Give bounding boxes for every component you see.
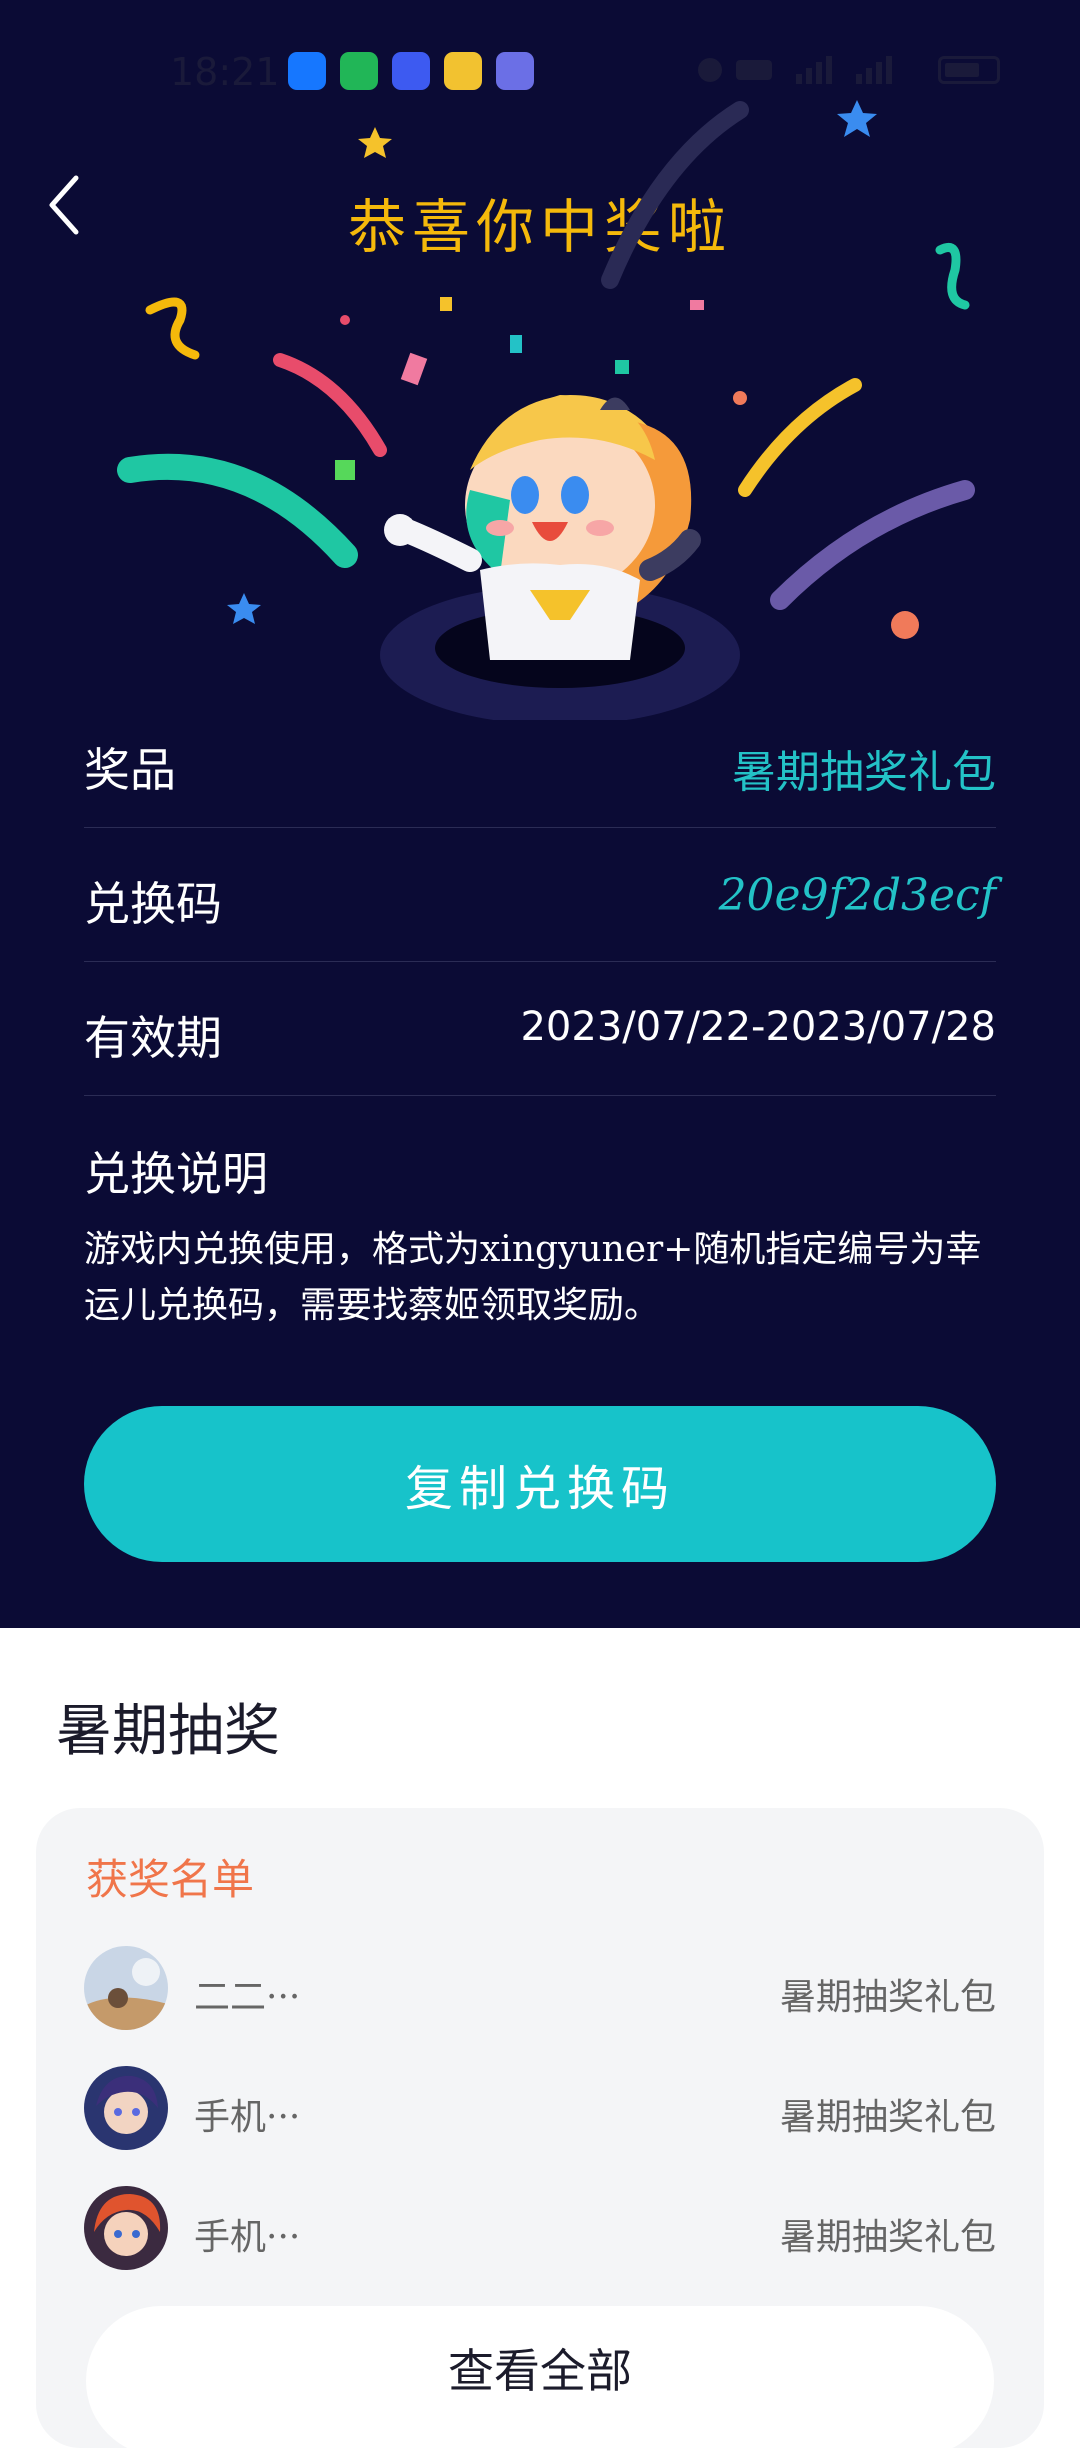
avatar — [84, 1946, 168, 2030]
code-label: 兑换码 — [84, 877, 222, 931]
validity-label: 有效期 — [84, 1011, 222, 1065]
video-icon — [340, 52, 378, 90]
winner-prize: 暑期抽奖礼包 — [779, 1977, 996, 2018]
validity-row: 有效期 2023/07/22-2023/07/28 — [84, 962, 996, 1096]
list-item[interactable]: 手机··· 暑期抽奖礼包 — [84, 2066, 996, 2158]
winner-name: 手机··· — [194, 2097, 301, 2138]
instructions-text: 游戏内兑换使用，格式为xingyuner+随机指定编号为幸运儿兑换码，需要找蔡姬… — [84, 1229, 982, 1326]
prize-value: 暑期抽奖礼包 — [732, 747, 996, 798]
game-icon — [496, 52, 534, 90]
prize-row: 奖品 暑期抽奖礼包 — [84, 694, 996, 828]
view-all-button[interactable]: 查看全部 — [86, 2306, 994, 2456]
celebration-illustration — [117, 100, 975, 720]
avatar — [84, 2066, 168, 2150]
avatar — [84, 2186, 168, 2270]
code-row: 兑换码 20e9f2d3ecf — [84, 828, 996, 962]
winners-title: 获奖名单 — [86, 1855, 255, 1904]
prize-label: 奖品 — [84, 743, 176, 797]
winners-card: 获奖名单 二二··· 暑期抽奖礼包 手机··· 暑期抽奖礼包 手机··· 暑期抽… — [36, 1808, 1044, 2456]
lottery-section-title: 暑期抽奖 — [56, 1699, 280, 1764]
winner-prize: 暑期抽奖礼包 — [779, 2217, 996, 2258]
tieba-icon — [392, 52, 430, 90]
validity-value: 2023/07/22-2023/07/28 — [520, 1004, 996, 1050]
copy-code-button[interactable]: 复制兑换码 — [84, 1406, 996, 1562]
status-time: 18:21 — [170, 50, 280, 94]
battery-icon — [938, 56, 1000, 84]
redeem-code-value[interactable]: 20e9f2d3ecf — [719, 870, 996, 921]
instructions-title: 兑换说明 — [84, 1147, 268, 1201]
realme-icon — [444, 52, 482, 90]
list-item[interactable]: 二二··· 暑期抽奖礼包 — [84, 1946, 996, 2038]
winner-prize: 暑期抽奖礼包 — [779, 2097, 996, 2138]
alipay-icon — [288, 52, 326, 90]
list-item[interactable]: 手机··· 暑期抽奖礼包 — [84, 2186, 996, 2278]
winner-name: 二二··· — [194, 1977, 301, 2018]
prize-panel: 18:21 恭喜你中奖啦 奖品 暑期抽奖礼包 兑换码 20e9f2d3ecf 有… — [0, 0, 1080, 1628]
winner-name: 手机··· — [194, 2217, 301, 2258]
signal-wifi-icons — [698, 56, 892, 84]
